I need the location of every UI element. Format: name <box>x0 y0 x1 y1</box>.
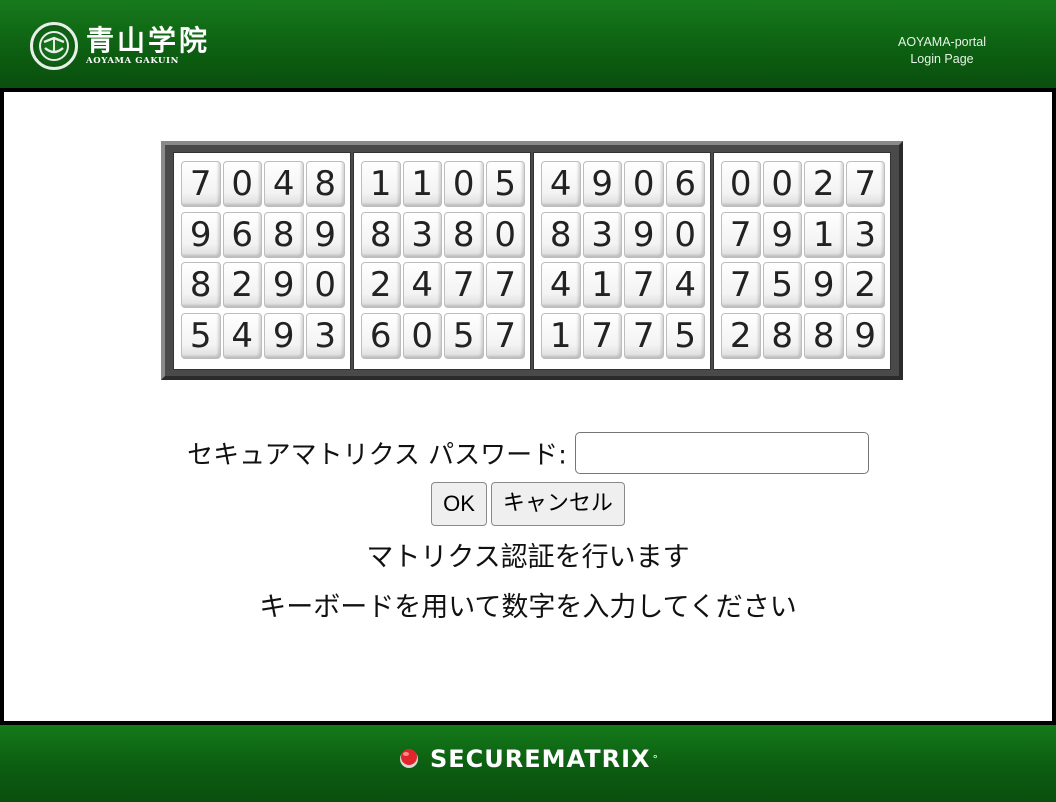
matrix-block-1: 7048968982905493 <box>173 152 351 370</box>
matrix-cell: 8 <box>181 262 221 308</box>
matrix-cell: 3 <box>402 211 442 258</box>
matrix-cell: 2 <box>222 262 262 308</box>
password-row: セキュアマトリクス パスワード: <box>0 432 1056 474</box>
matrix-cell: 5 <box>181 312 221 359</box>
matrix-cell: 3 <box>845 211 885 258</box>
matrix-cell: 8 <box>444 211 484 258</box>
matrix-cell: 4 <box>665 262 705 308</box>
matrix-cell: 0 <box>721 161 761 207</box>
matrix-cell: 7 <box>845 161 885 207</box>
matrix-cell: 9 <box>845 312 885 359</box>
matrix-cell: 7 <box>485 262 525 308</box>
matrix-cell: 4 <box>541 262 581 308</box>
matrix-cell: 4 <box>264 161 304 207</box>
password-label: セキュアマトリクス パスワード: <box>187 440 567 471</box>
matrix-cell: 4 <box>541 161 581 207</box>
matrix-cell: 7 <box>485 312 525 359</box>
matrix-cell: 1 <box>402 161 442 207</box>
button-row: OK キャンセル <box>0 482 1056 526</box>
matrix-cell: 0 <box>402 312 442 359</box>
matrix-cell: 1 <box>804 211 844 258</box>
matrix-cell: 8 <box>762 312 802 359</box>
matrix-cell: 9 <box>804 262 844 308</box>
matrix-cell: 6 <box>361 312 401 359</box>
matrix-cell: 7 <box>624 312 664 359</box>
ok-button[interactable]: OK <box>431 482 487 526</box>
matrix-cell: 4 <box>402 262 442 308</box>
cancel-button[interactable]: キャンセル <box>490 482 625 526</box>
matrix-cell: 1 <box>541 312 581 359</box>
page-frame <box>0 0 1056 802</box>
matrix-cell: 0 <box>624 161 664 207</box>
instruction-line-2: キーボードを用いて数字を入力してください <box>259 592 797 623</box>
matrix-cell: 0 <box>762 161 802 207</box>
header-bar: 青山学院 AOYAMA GAKUIN AOYAMA-portal Login P… <box>0 0 1056 92</box>
matrix-cell: 9 <box>305 211 345 258</box>
portal-title: AOYAMA-portal <box>898 35 986 49</box>
matrix-cell: 1 <box>582 262 622 308</box>
matrix-cell: 8 <box>305 161 345 207</box>
matrix-cell: 9 <box>624 211 664 258</box>
matrix-cell: 3 <box>305 312 345 359</box>
matrix-cell: 4 <box>222 312 262 359</box>
matrix-cell: 8 <box>541 211 581 258</box>
matrix-cell: 8 <box>264 211 304 258</box>
logo-roman: AOYAMA GAKUIN <box>86 55 179 66</box>
matrix-cell: 9 <box>582 161 622 207</box>
matrix-cell: 1 <box>361 161 401 207</box>
matrix-cell: 5 <box>444 312 484 359</box>
matrix-cell: 2 <box>804 161 844 207</box>
matrix-cell: 7 <box>624 262 664 308</box>
matrix-cell: 9 <box>264 312 304 359</box>
registered-mark: ° <box>652 752 659 766</box>
matrix-cell: 5 <box>665 312 705 359</box>
matrix-cell: 0 <box>485 211 525 258</box>
matrix-cell: 7 <box>181 161 221 207</box>
matrix-cell: 3 <box>582 211 622 258</box>
instruction-line-1: マトリクス認証を行います <box>366 542 690 573</box>
matrix-cell: 0 <box>222 161 262 207</box>
matrix-cell: 7 <box>444 262 484 308</box>
aoyama-logo: 青山学院 AOYAMA GAKUIN <box>30 22 210 70</box>
securematrix-brand: SECUREMATRIX ° <box>0 745 1056 773</box>
matrix-cell: 5 <box>485 161 525 207</box>
secure-matrix-grid: 7048968982905493110583802477605749068390… <box>161 141 903 380</box>
matrix-cell: 6 <box>665 161 705 207</box>
matrix-cell: 0 <box>305 262 345 308</box>
securematrix-logo-icon <box>399 749 418 768</box>
matrix-cell: 8 <box>361 211 401 258</box>
university-crest-icon <box>30 22 78 70</box>
matrix-block-4: 0027791375922889 <box>713 152 891 370</box>
matrix-cell: 7 <box>721 262 761 308</box>
matrix-cell: 6 <box>222 211 262 258</box>
matrix-cell: 2 <box>845 262 885 308</box>
matrix-block-2: 1105838024776057 <box>353 152 531 370</box>
matrix-cell: 9 <box>264 262 304 308</box>
footer-bar: SECUREMATRIX ° <box>0 721 1056 802</box>
matrix-cell: 2 <box>361 262 401 308</box>
matrix-cell: 5 <box>762 262 802 308</box>
matrix-cell: 2 <box>721 312 761 359</box>
matrix-cell: 0 <box>665 211 705 258</box>
portal-subtitle: Login Page <box>910 52 974 66</box>
matrix-cell: 7 <box>582 312 622 359</box>
matrix-cell: 9 <box>762 211 802 258</box>
securematrix-brand-text: SECUREMATRIX <box>429 745 651 773</box>
matrix-cell: 9 <box>181 211 221 258</box>
matrix-cell: 0 <box>444 161 484 207</box>
matrix-cell: 7 <box>721 211 761 258</box>
matrix-cell: 8 <box>804 312 844 359</box>
matrix-block-3: 4906839041741775 <box>533 152 711 370</box>
matrix-password-input[interactable] <box>574 432 869 474</box>
logo-kanji: 青山学院 <box>86 23 211 57</box>
portal-info: AOYAMA-portal Login Page <box>898 34 986 68</box>
